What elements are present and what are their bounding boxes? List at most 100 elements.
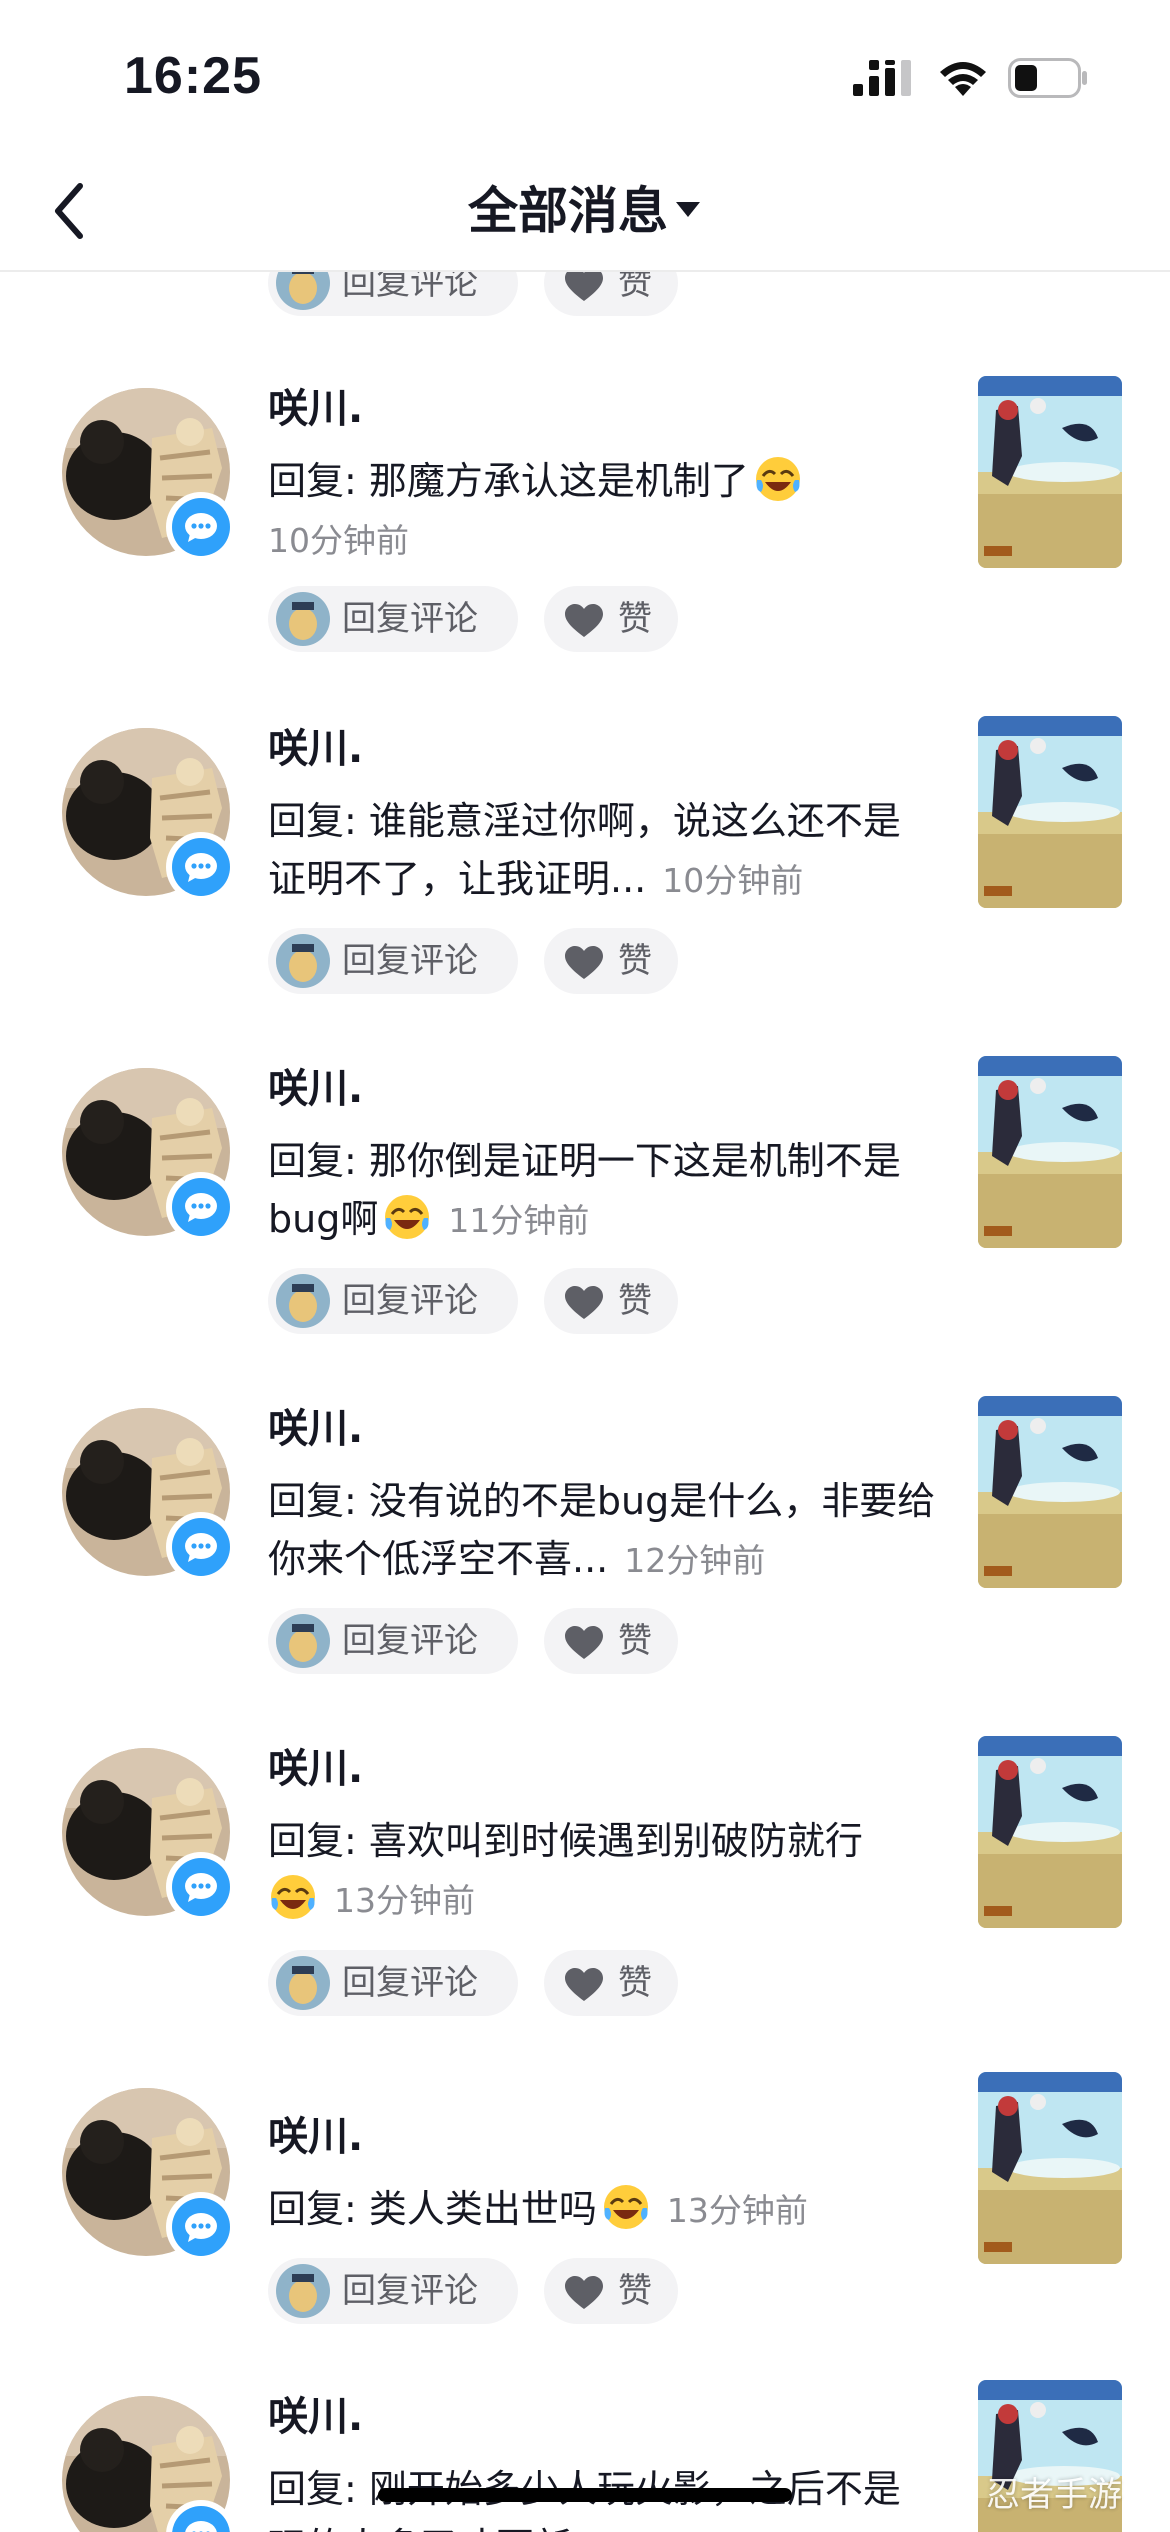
my-avatar [276,1274,330,1328]
reply-comment-label: 回复评论 [342,1281,478,1321]
laughing-crying-emoji-icon [755,457,800,501]
reply-content: 类人类出世吗 [368,2187,597,2231]
comment-badge [166,832,236,902]
username[interactable]: 咲川. [268,1056,363,1114]
username[interactable]: 咲川. [268,376,363,434]
my-avatar [276,592,330,646]
reply-text: 回复: 类人类出世吗 13分钟前 [268,2180,938,2240]
user-avatar[interactable] [62,388,236,562]
video-thumbnail[interactable] [978,376,1122,568]
comment-badge [166,1512,236,1582]
like-button[interactable]: 赞 [544,1268,678,1334]
like-button[interactable]: 赞 [544,2258,678,2324]
username[interactable]: 咲川. [268,1736,363,1794]
comment-icon [185,1533,217,1562]
video-thumbnail[interactable] [978,716,1122,908]
heart-icon [565,1968,603,2001]
caret-down-icon [676,202,700,217]
timestamp: 13分钟前 [666,2191,808,2230]
comment-icon [185,1873,217,1902]
my-avatar [276,1956,330,2010]
like-label: 赞 [618,1621,652,1661]
reply-text: 回复: 那魔方承认这是机制了 [268,452,938,510]
message-list[interactable]: 回复评论 赞 咲川. 回复: 那魔方承认这是机制了 10分钟前 回复评论 赞 咲… [0,0,1170,2532]
like-label: 赞 [618,1963,652,2003]
username[interactable]: 咲川. [268,2384,363,2442]
comment-badge [166,1172,236,1242]
heart-icon [565,946,603,979]
reply-prefix: 回复: [268,799,369,843]
video-thumbnail[interactable] [978,2072,1122,2264]
screen: 回复评论 赞 咲川. 回复: 那魔方承认这是机制了 10分钟前 回复评论 赞 咲… [0,0,1170,2532]
reply-text: 回复: 那你倒是证明一下这是机制不是bug啊 11分钟前 [268,1132,938,1250]
wifi-icon [940,62,986,96]
reply-prefix: 回复: [268,2187,369,2231]
my-avatar [276,1614,330,1668]
timestamp: 10分钟前 [268,521,409,560]
status-bar: 16:25 [0,0,1170,150]
user-avatar[interactable] [62,1068,236,1242]
user-avatar[interactable] [62,728,236,902]
username[interactable]: 咲川. [268,1396,363,1454]
laughing-crying-emoji-icon [385,1195,430,1239]
timestamp: 11分钟前 [448,1201,590,1240]
cellular-signal-icon [853,60,911,96]
like-button[interactable]: 赞 [544,928,678,994]
reply-text: 回复: 没有说的不是bug是什么，非要给你来个低浮空不喜... 12分钟前 [268,1472,938,1590]
page-title: 全部消息 [468,182,668,240]
reply-comment-button[interactable]: 回复评论 [268,1950,518,2016]
reply-prefix: 回复: [268,459,369,503]
reply-prefix: 回复: [268,1479,369,1523]
reply-comment-button[interactable]: 回复评论 [268,2258,518,2324]
heart-icon [565,1286,603,1319]
comment-badge [166,492,236,562]
like-label: 赞 [618,2271,652,2311]
heart-icon [565,604,603,637]
user-avatar[interactable] [62,2088,236,2262]
reply-comment-button[interactable]: 回复评论 [268,1268,518,1334]
reply-comment-label: 回复评论 [342,1621,478,1661]
comment-icon [185,853,217,882]
username[interactable]: 咲川. [268,716,363,774]
heart-icon [565,2276,603,2309]
like-button[interactable]: 赞 [544,1950,678,2016]
timestamp: 13分钟前 [334,1881,475,1920]
heart-icon [565,268,603,301]
timestamp: 12分钟前 [624,1541,766,1580]
user-avatar[interactable] [62,2396,236,2532]
heart-icon [565,1626,603,1659]
my-avatar [276,2264,330,2318]
battery-icon [1008,58,1087,98]
status-time: 16:25 [124,47,262,105]
my-avatar [276,934,330,988]
video-thumbnail[interactable] [978,1056,1122,1248]
like-label: 赞 [618,599,652,639]
user-avatar[interactable] [62,1408,236,1582]
message-filter-dropdown[interactable]: 全部消息 [0,176,1170,246]
reply-content: 那魔方承认这是机制了 [368,459,749,503]
reply-text: 回复: 谁能意淫过你啊，说这么还不是证明不了，让我证明... 10分钟前 [268,792,938,910]
laughing-crying-emoji-icon [603,2185,648,2229]
reply-comment-label: 回复评论 [342,941,478,981]
user-avatar[interactable] [62,1748,236,1922]
comment-icon [185,2213,217,2242]
reply-prefix: 回复: [268,1819,369,1863]
like-button[interactable]: 赞 [544,1608,678,1674]
nav-bar: 全部消息 [0,150,1170,272]
reply-prefix: 回复: [268,1139,369,1183]
video-thumbnail[interactable] [978,1736,1122,1928]
home-indicator[interactable] [378,2488,792,2502]
like-button[interactable]: 赞 [544,586,678,652]
reply-comment-button[interactable]: 回复评论 [268,928,518,994]
comment-icon [185,2521,217,2532]
username[interactable]: 咲川. [268,2104,363,2162]
reply-comment-label: 回复评论 [342,2271,478,2311]
video-thumbnail[interactable] [978,1396,1122,1588]
reply-comment-button[interactable]: 回复评论 [268,586,518,652]
comment-icon [185,1193,217,1222]
comment-badge [166,2192,236,2262]
like-label: 赞 [618,941,652,981]
watermark-text: 忍者手游 [986,2475,1122,2515]
reply-comment-button[interactable]: 回复评论 [268,1608,518,1674]
laughing-crying-emoji-icon [271,1875,315,1919]
